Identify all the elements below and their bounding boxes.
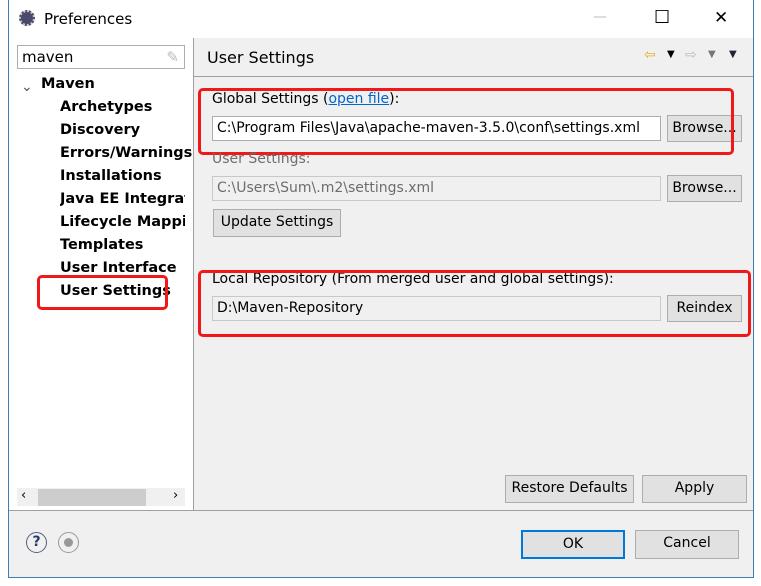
title-bar: Preferences — ☐ ✕ <box>9 0 753 38</box>
forward-menu-icon[interactable]: ▼ <box>708 49 716 60</box>
tree-item-archetypes[interactable]: Archetypes <box>60 99 152 115</box>
maximize-button[interactable]: ☐ <box>654 7 670 28</box>
filter-value: maven <box>22 48 74 66</box>
cancel-button[interactable]: Cancel <box>635 530 739 559</box>
help-icon[interactable]: ? <box>26 532 47 553</box>
tree-item-templates[interactable]: Templates <box>60 237 143 253</box>
page-title: User Settings <box>207 48 315 67</box>
close-button[interactable]: ✕ <box>714 8 728 28</box>
tree-item-discovery[interactable]: Discovery <box>60 122 140 138</box>
preferences-window: Preferences — ☐ ✕ maven ✎ ⌄ Maven Archety… <box>8 0 754 578</box>
browse-user-button[interactable]: Browse... <box>667 175 742 202</box>
back-arrow-icon[interactable]: ⇦ <box>644 47 656 63</box>
scroll-right-icon[interactable]: › <box>173 488 178 503</box>
tree-item-errors-warnings[interactable]: Errors/Warnings <box>60 145 192 161</box>
ok-button[interactable]: OK <box>521 530 625 559</box>
import-export-icon[interactable] <box>58 532 79 553</box>
tree-item-java-ee[interactable]: Java EE Integrati <box>60 191 185 207</box>
apply-button[interactable]: Apply <box>642 475 747 503</box>
user-settings-label: User Settings: <box>212 151 311 167</box>
expand-chevron-icon[interactable]: ⌄ <box>21 79 33 95</box>
tree-item-installations[interactable]: Installations <box>60 168 162 184</box>
preference-tree-panel: maven ✎ ⌄ Maven Archetypes Discovery Erro… <box>9 38 194 510</box>
window-title: Preferences <box>44 10 133 28</box>
tree-item-maven[interactable]: Maven <box>41 76 95 92</box>
update-settings-button[interactable]: Update Settings <box>213 209 341 237</box>
page-header: User Settings ⇦ ▼ ⇨ ▼ ▼ <box>194 38 753 77</box>
minimize-button[interactable]: — <box>593 9 607 25</box>
tree-item-user-interface[interactable]: User Interface <box>60 260 177 276</box>
horizontal-scrollbar[interactable]: ‹ › <box>17 488 185 506</box>
eclipse-icon <box>19 10 35 26</box>
forward-arrow-icon[interactable]: ⇨ <box>685 47 697 63</box>
filter-input[interactable]: maven ✎ <box>17 45 185 69</box>
scroll-left-icon[interactable]: ‹ <box>21 488 26 503</box>
back-menu-icon[interactable]: ▼ <box>667 49 675 60</box>
footer-separator <box>9 510 753 511</box>
highlight-global-settings <box>198 88 734 155</box>
restore-defaults-button[interactable]: Restore Defaults <box>505 475 634 503</box>
highlight-local-repository <box>198 270 751 337</box>
clear-filter-icon[interactable]: ✎ <box>166 46 179 68</box>
highlight-user-settings <box>37 275 168 310</box>
user-settings-field[interactable]: C:\Users\Sum\.m2\settings.xml <box>212 176 661 201</box>
scroll-thumb[interactable] <box>38 489 146 506</box>
tree-item-lifecycle[interactable]: Lifecycle Mappin <box>60 214 185 230</box>
view-menu-icon[interactable]: ▼ <box>729 49 737 60</box>
